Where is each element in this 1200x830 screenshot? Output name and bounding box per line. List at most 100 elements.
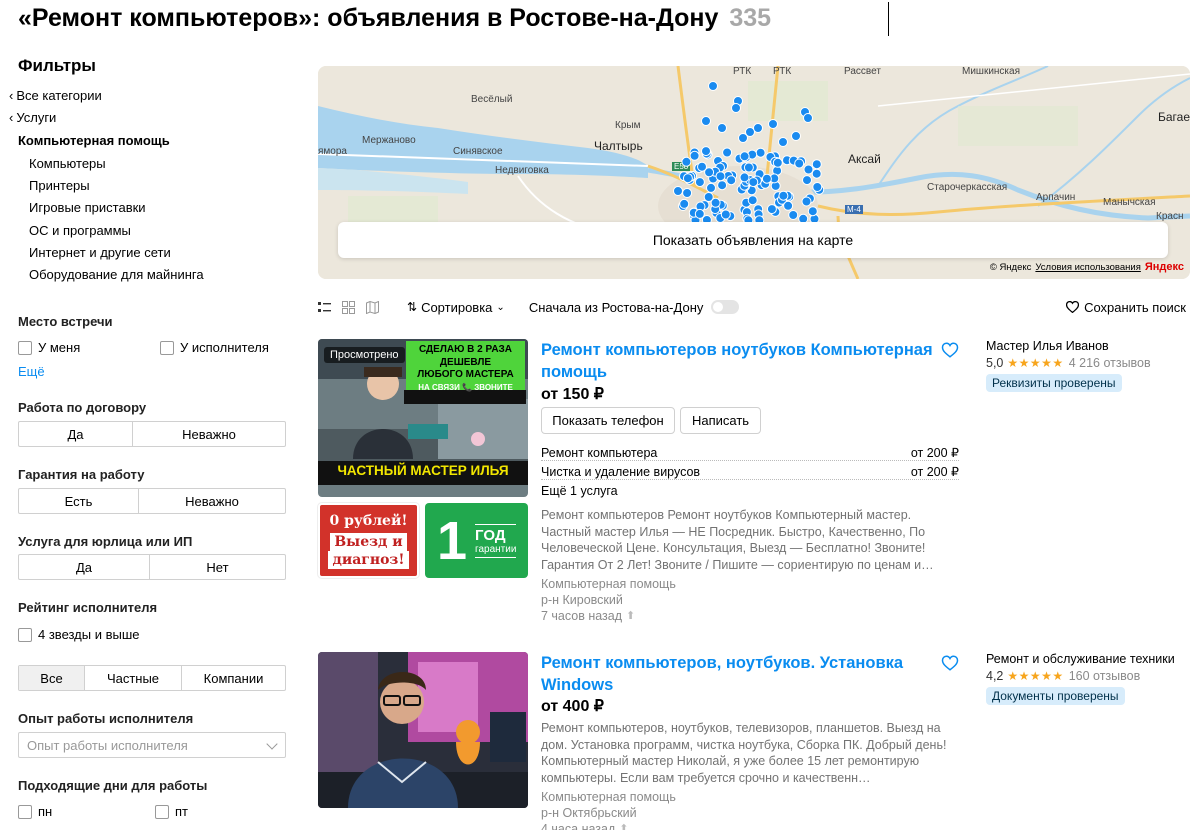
map-marker[interactable] xyxy=(801,196,812,207)
map-marker[interactable] xyxy=(772,157,783,168)
map-marker[interactable] xyxy=(812,182,823,192)
listing-title[interactable]: Ремонт компьютеров ноутбуков Компьютерна… xyxy=(541,339,937,383)
map-terms-link[interactable]: Условия использования xyxy=(1035,262,1140,273)
map-marker[interactable] xyxy=(679,198,690,209)
show-on-map-button[interactable]: Показать объявления на карте xyxy=(338,222,1168,258)
map-marker[interactable] xyxy=(708,81,718,91)
meeting-at-me-checkbox[interactable]: У меня xyxy=(18,340,80,355)
seller-type-company[interactable]: Компании xyxy=(182,666,285,690)
seller-name[interactable]: Ремонт и обслуживание техники xyxy=(986,652,1175,666)
listing-main-photo[interactable] xyxy=(318,652,528,808)
heart-icon[interactable] xyxy=(941,654,959,672)
map-marker[interactable] xyxy=(731,103,741,113)
map-marker[interactable] xyxy=(739,151,750,162)
experience-select[interactable]: Опыт работы исполнителя xyxy=(18,732,286,758)
map-marker[interactable] xyxy=(747,195,758,206)
map-marker[interactable] xyxy=(753,123,763,133)
map-marker[interactable] xyxy=(701,146,711,157)
listing-thumb-warranty[interactable]: 1 ГОД гарантии xyxy=(425,503,528,578)
map-marker[interactable] xyxy=(802,175,812,186)
map-marker[interactable] xyxy=(743,162,754,173)
map-marker[interactable] xyxy=(704,167,715,178)
map-marker[interactable] xyxy=(803,113,813,123)
map-marker[interactable] xyxy=(755,147,766,158)
map-marker[interactable] xyxy=(681,156,692,167)
contract-yes-option[interactable]: Да xyxy=(19,422,133,446)
map-marker[interactable] xyxy=(778,190,789,201)
map-marker[interactable] xyxy=(701,116,711,126)
map-marker[interactable] xyxy=(794,158,805,169)
map-marker[interactable] xyxy=(706,182,716,193)
warranty-title: Гарантия на работу xyxy=(18,467,145,482)
map-marker[interactable] xyxy=(811,168,822,179)
legal-no-option[interactable]: Нет xyxy=(150,555,285,579)
sort-dropdown[interactable]: ⇅ Сортировка ⌄ xyxy=(407,300,505,315)
map-marker[interactable] xyxy=(694,177,705,188)
write-message-button[interactable]: Написать xyxy=(680,407,761,434)
meeting-more-link[interactable]: Ещё xyxy=(18,364,45,379)
map-marker[interactable] xyxy=(748,177,759,188)
map-marker[interactable] xyxy=(738,133,748,143)
day-mon-checkbox[interactable]: пн xyxy=(18,804,52,819)
subcategory-computers[interactable]: Компьютеры xyxy=(18,152,286,174)
map-marker[interactable] xyxy=(783,200,794,211)
map-marker[interactable] xyxy=(689,150,700,161)
meeting-at-performer-checkbox[interactable]: У исполнителя xyxy=(160,340,269,355)
map-marker[interactable] xyxy=(717,123,727,133)
map[interactable]: Весёлый Мержаново ямора Синявское Недвиг… xyxy=(318,66,1190,279)
seller-type-private[interactable]: Частные xyxy=(85,666,182,690)
listing-title[interactable]: Ремонт компьютеров, ноутбуков. Установка… xyxy=(541,652,937,696)
map-marker[interactable] xyxy=(682,188,693,198)
map-marker[interactable] xyxy=(722,147,733,158)
warranty-yes-option[interactable]: Есть xyxy=(19,489,139,513)
map-marker[interactable] xyxy=(710,197,721,208)
map-marker[interactable] xyxy=(788,210,799,220)
save-search-button[interactable]: Сохранить поиск xyxy=(1066,300,1186,315)
map-marker[interactable] xyxy=(791,131,801,141)
map-view-icon[interactable] xyxy=(366,300,379,314)
subcategory-os[interactable]: ОС и программы xyxy=(18,219,286,241)
map-marker[interactable] xyxy=(717,180,728,191)
subcategory-consoles[interactable]: Игровые приставки xyxy=(18,197,286,219)
map-marker[interactable] xyxy=(715,171,726,182)
banner-line-4: НА СВЯЗИ 📞 ЗВОНИТЕ xyxy=(418,382,513,392)
subcategory-mining[interactable]: Оборудование для майнинга xyxy=(18,263,286,285)
subcategory-network[interactable]: Интернет и другие сети xyxy=(18,241,286,263)
banner-line-3: ЛЮБОГО МАСТЕРА xyxy=(417,369,514,380)
map-marker[interactable] xyxy=(682,173,693,184)
grid-view-icon[interactable] xyxy=(342,300,355,314)
list-view-icon[interactable] xyxy=(318,301,331,314)
listing-description: Ремонт компьютеров Ремонт ноутбуков Комп… xyxy=(541,508,934,572)
map-marker[interactable] xyxy=(739,172,750,183)
rating-4-stars-checkbox[interactable]: 4 звезды и выше xyxy=(18,627,140,642)
warranty-any-option[interactable]: Неважно xyxy=(139,489,285,513)
subcategory-printers[interactable]: Принтеры xyxy=(18,174,286,196)
contract-any-option[interactable]: Неважно xyxy=(133,422,285,446)
map-marker[interactable] xyxy=(766,204,777,215)
map-marker[interactable] xyxy=(694,208,705,219)
more-services-link[interactable]: Ещё 1 услуга xyxy=(541,484,618,498)
map-marker[interactable] xyxy=(811,159,822,170)
map-marker[interactable] xyxy=(673,186,683,196)
day-fri-checkbox[interactable]: пт xyxy=(155,804,188,819)
seller-reviews[interactable]: 160 отзывов xyxy=(1069,669,1141,683)
heart-icon[interactable] xyxy=(941,341,959,359)
map-marker[interactable] xyxy=(726,175,737,186)
seller-reviews[interactable]: 4 216 отзывов xyxy=(1069,356,1151,370)
service-row: Ремонт компьютера от 200 ₽ xyxy=(541,442,959,461)
map-marker[interactable] xyxy=(807,206,818,217)
listing-thumb-free-visit[interactable]: 0 рублей! Выезд и диагноз! xyxy=(317,502,420,579)
category-link-services[interactable]: ‹ Услуги xyxy=(9,106,286,128)
show-phone-button[interactable]: Показать телефон xyxy=(541,407,675,434)
map-marker[interactable] xyxy=(778,137,788,147)
map-marker[interactable] xyxy=(768,119,778,129)
category-link-all[interactable]: ‹ Все категории xyxy=(9,84,286,106)
map-marker[interactable] xyxy=(720,209,731,220)
seller-name[interactable]: Мастер Илья Иванов xyxy=(986,339,1151,353)
listing-main-photo[interactable]: СДЕЛАЮ В 2 РАЗА ДЕШЕВЛЕ ЛЮБОГО МАСТЕРА Н… xyxy=(318,339,528,497)
map-marker[interactable] xyxy=(803,164,814,175)
legal-yes-option[interactable]: Да xyxy=(19,555,150,579)
map-marker[interactable] xyxy=(761,173,772,184)
seller-type-all[interactable]: Все xyxy=(19,666,85,690)
rostov-first-toggle[interactable] xyxy=(711,300,740,314)
